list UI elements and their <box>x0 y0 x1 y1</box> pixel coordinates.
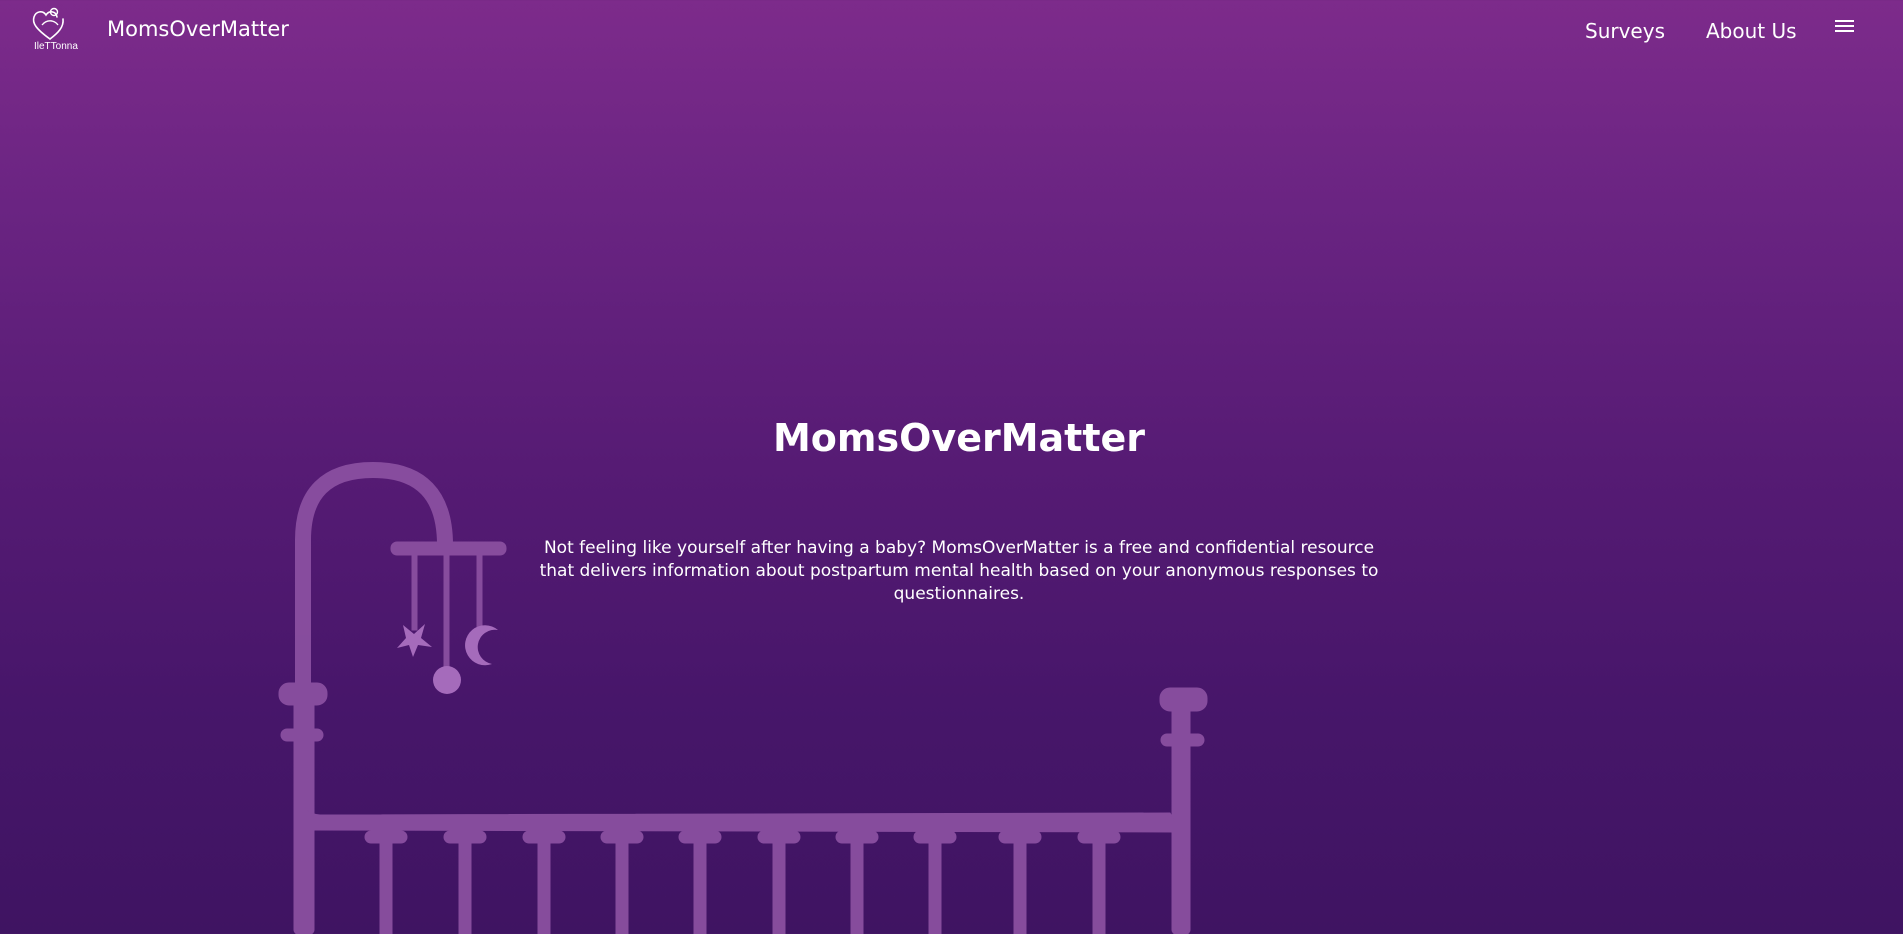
hero-title: MomsOverMatter <box>772 416 1146 460</box>
menu-line <box>1835 20 1854 22</box>
crib-illustration <box>278 461 1208 934</box>
star-toy-icon <box>397 624 432 657</box>
crib-left-cap <box>278 682 328 706</box>
menu-line <box>1835 30 1854 32</box>
top-navbar: IleTTonna MomsOverMatter Surveys About U… <box>0 0 1903 62</box>
crib-left-ring <box>280 728 324 742</box>
crib-slats <box>379 831 1106 934</box>
heart-logo-icon <box>32 7 64 40</box>
hamburger-menu-icon[interactable] <box>1835 20 1857 38</box>
crib-right-cap <box>1159 687 1208 712</box>
crib-right-ring <box>1160 733 1205 747</box>
mobile-arm-arch <box>295 461 453 708</box>
mobile-bar <box>390 541 507 556</box>
ball-toy-icon <box>433 666 461 694</box>
mobile-string-2 <box>443 551 450 670</box>
crib-left-post <box>293 689 315 934</box>
nav-link-surveys[interactable]: Surveys <box>1585 19 1665 43</box>
mobile-string-1 <box>411 551 418 631</box>
menu-line <box>1835 25 1854 27</box>
brand-link[interactable]: MomsOverMatter <box>107 17 289 41</box>
nav-link-about-us[interactable]: About Us <box>1706 19 1797 43</box>
logo[interactable]: IleTTonna <box>28 5 78 55</box>
crib-right-post <box>1171 704 1191 934</box>
crib-slat-caps <box>364 830 1121 844</box>
crib-top-rail <box>304 806 1176 833</box>
logo-text: IleTTonna <box>34 41 78 52</box>
hero-description: Not feeling like yourself after having a… <box>539 538 1379 604</box>
mobile-string-3 <box>476 551 483 631</box>
moon-toy-icon <box>465 625 498 666</box>
